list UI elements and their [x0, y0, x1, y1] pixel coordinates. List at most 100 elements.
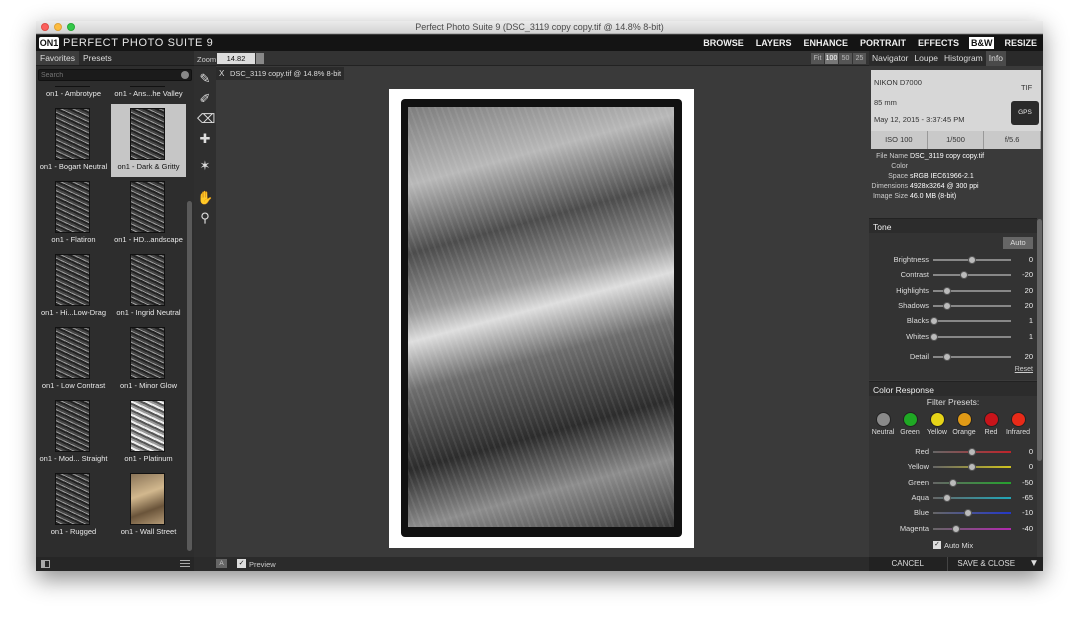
slider-handle[interactable] [948, 478, 957, 487]
tab-histogram[interactable]: Histogram [941, 51, 986, 66]
zoom-label: Zoom [197, 55, 217, 64]
slider-handle[interactable] [968, 448, 976, 456]
slider-label: Brightness [893, 255, 929, 264]
search-input[interactable] [39, 70, 169, 81]
slider-handle[interactable] [943, 301, 952, 310]
clear-search-icon[interactable] [181, 71, 189, 79]
slider-track[interactable] [933, 320, 1011, 323]
zoom-100-button[interactable]: 100 [825, 53, 838, 64]
module-bw[interactable]: B&W [968, 37, 995, 49]
window-title: Perfect Photo Suite 9 (DSC_3119 copy cop… [415, 22, 664, 32]
slider-value: 20 [1024, 352, 1033, 361]
slider-track[interactable] [933, 481, 1011, 484]
filter-green[interactable]: Green [897, 412, 923, 436]
slider-handle[interactable] [943, 286, 952, 295]
preset-item[interactable]: on1 - Flatiron [36, 177, 111, 250]
save-options-chevron-icon[interactable]: ▼ [1025, 557, 1043, 571]
hand-icon[interactable]: ✋ [197, 190, 213, 206]
tab-navigator[interactable]: Navigator [869, 51, 911, 66]
left-panel-footer [36, 557, 194, 571]
zoom-field[interactable]: 14.82 [217, 53, 255, 64]
filter-label: Yellow [927, 429, 947, 436]
slider-value: 1 [1028, 316, 1033, 326]
auto-mix-checkbox[interactable]: ✓ [933, 541, 941, 549]
perfect-eraser-icon[interactable]: ⌫ [197, 111, 215, 127]
preset-item[interactable]: on1 - HD...andscape [111, 177, 186, 250]
preview-checkbox[interactable]: ✓ [237, 559, 246, 568]
slider-handle[interactable] [943, 353, 952, 361]
preset-label: on1 - Ambrotype [45, 89, 102, 98]
zoom-icon[interactable]: ⚲ [197, 210, 213, 226]
preset-item[interactable]: on1 - Dark & Gritty [111, 104, 186, 177]
slider-handle[interactable] [960, 271, 969, 280]
compare-button[interactable]: A [216, 559, 227, 568]
slider-handle[interactable] [952, 524, 961, 533]
module-effects[interactable]: EFFECTS [916, 37, 961, 49]
tab-favorites[interactable]: Favorites [36, 51, 79, 65]
tab-info[interactable]: Info [985, 51, 1006, 66]
slider-track[interactable] [933, 274, 1011, 277]
preset-item[interactable]: on1 - Ambrotype [36, 86, 111, 104]
slider-shadows: Shadows 20 [869, 298, 1037, 313]
preset-thumbnail [55, 254, 90, 306]
filter-red[interactable]: Red [978, 412, 1004, 436]
module-browse[interactable]: BROWSE [701, 37, 746, 49]
preset-item[interactable]: on1 - Wall Street [111, 469, 186, 542]
slider-handle[interactable] [943, 493, 952, 502]
preset-item[interactable]: on1 - Bogart Neutral [36, 104, 111, 177]
filter-neutral[interactable]: Neutral [870, 412, 896, 436]
info-box: NIKON D7000 TIF 85 mm May 12, 2015 - 3:3… [871, 70, 1041, 131]
save-and-close-button[interactable]: SAVE & CLOSE [948, 557, 1026, 571]
gps-button[interactable]: GPS [1011, 101, 1039, 125]
tone-title[interactable]: Tone [869, 218, 1037, 233]
preset-item[interactable]: on1 - Mod... Straight [36, 396, 111, 469]
retouch-brush-icon[interactable]: ✚ [197, 131, 213, 147]
preset-item[interactable]: on1 - Ans...he Valley [111, 86, 186, 104]
image-canvas[interactable] [216, 80, 869, 557]
slider-track[interactable] [933, 335, 1011, 338]
filter-yellow[interactable]: Yellow [924, 412, 950, 436]
magic-wand-icon[interactable]: ✶ [197, 158, 213, 174]
brush-icon[interactable]: ✐ [197, 91, 213, 107]
preset-label: on1 - Dark & Gritty [117, 162, 180, 171]
color-response-title[interactable]: Color Response [869, 381, 1037, 396]
zoom-50-button[interactable]: 50 [839, 53, 852, 64]
preset-scrollbar[interactable] [187, 201, 192, 551]
cancel-button[interactable]: CANCEL [869, 557, 948, 571]
preset-label: on1 - Platinum [124, 454, 173, 463]
quick-mask-brush-icon[interactable]: ✎ [197, 71, 213, 87]
filter-orange[interactable]: Orange [951, 412, 977, 436]
slider-handle[interactable] [968, 256, 976, 264]
grid-view-icon[interactable] [41, 560, 50, 568]
preset-item[interactable]: on1 - Rugged [36, 469, 111, 542]
slider-track[interactable] [933, 527, 1011, 530]
tab-presets[interactable]: Presets [79, 51, 116, 65]
slider-handle[interactable] [929, 332, 938, 341]
list-view-icon[interactable] [180, 560, 190, 568]
zoom-fit-button[interactable]: Fit [811, 53, 824, 64]
preset-item[interactable]: on1 - Platinum [111, 396, 186, 469]
module-portrait[interactable]: PORTRAIT [858, 37, 908, 49]
right-panel-scrollbar[interactable] [1037, 219, 1042, 461]
filter-infrared[interactable]: Infrared [1005, 412, 1031, 436]
tab-loupe[interactable]: Loupe [911, 51, 941, 66]
preset-item[interactable]: on1 - Ingrid Neutral [111, 250, 186, 323]
zoom-25-button[interactable]: 25 [853, 53, 866, 64]
preset-item[interactable]: on1 - Low Contrast [36, 323, 111, 396]
photo-preview[interactable] [389, 89, 694, 548]
tone-reset-link[interactable]: Reset [1015, 366, 1033, 373]
slider-handle[interactable] [964, 509, 973, 518]
module-layers[interactable]: LAYERS [754, 37, 794, 49]
slider-handle[interactable] [968, 463, 976, 472]
module-enhance[interactable]: ENHANCE [801, 37, 850, 49]
preset-item[interactable]: on1 - Minor Glow [111, 323, 186, 396]
module-resize[interactable]: RESIZE [1002, 37, 1039, 49]
preset-item[interactable]: on1 - Hi...Low-Drag [36, 250, 111, 323]
slider-handle[interactable] [929, 317, 938, 326]
close-document-icon[interactable]: X [219, 69, 224, 78]
zoom-dropdown-icon[interactable] [256, 53, 264, 64]
preset-grid: on1 - Ambrotype on1 - Ans...he Valley on1 … [36, 86, 186, 552]
preset-label: on1 - Rugged [50, 527, 97, 536]
document-tab[interactable]: X DSC_3119 copy.tif @ 14.8% 8-bit [216, 67, 344, 80]
auto-tone-button[interactable]: Auto [1003, 237, 1033, 249]
